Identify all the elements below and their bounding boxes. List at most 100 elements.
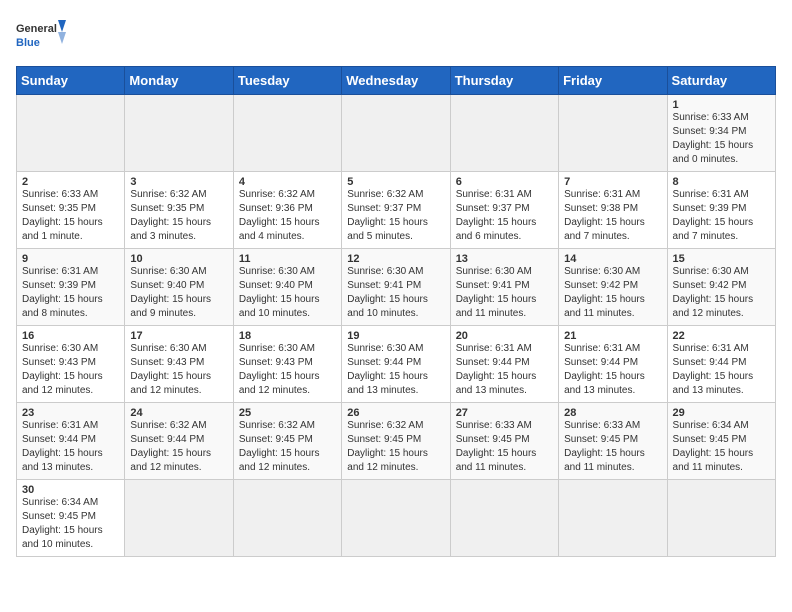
calendar-cell [667, 480, 775, 557]
day-number: 24 [130, 407, 227, 419]
calendar-cell: 24Sunrise: 6:32 AM Sunset: 9:44 PM Dayli… [125, 403, 233, 480]
day-number: 11 [239, 253, 336, 265]
day-info: Sunrise: 6:30 AM Sunset: 9:43 PM Dayligh… [130, 342, 227, 398]
calendar-cell [559, 95, 667, 172]
calendar-cell [233, 480, 341, 557]
day-info: Sunrise: 6:31 AM Sunset: 9:44 PM Dayligh… [673, 342, 770, 398]
day-info: Sunrise: 6:30 AM Sunset: 9:43 PM Dayligh… [239, 342, 336, 398]
calendar-cell: 26Sunrise: 6:32 AM Sunset: 9:45 PM Dayli… [342, 403, 450, 480]
calendar-cell [450, 480, 558, 557]
day-number: 27 [456, 407, 553, 419]
calendar-cell [342, 95, 450, 172]
calendar-cell [125, 95, 233, 172]
calendar-cell: 30Sunrise: 6:34 AM Sunset: 9:45 PM Dayli… [17, 480, 125, 557]
day-info: Sunrise: 6:30 AM Sunset: 9:42 PM Dayligh… [564, 265, 661, 321]
calendar-cell: 21Sunrise: 6:31 AM Sunset: 9:44 PM Dayli… [559, 326, 667, 403]
calendar-table: SundayMondayTuesdayWednesdayThursdayFrid… [16, 66, 776, 557]
day-info: Sunrise: 6:30 AM Sunset: 9:41 PM Dayligh… [347, 265, 444, 321]
day-info: Sunrise: 6:31 AM Sunset: 9:39 PM Dayligh… [22, 265, 119, 321]
day-info: Sunrise: 6:33 AM Sunset: 9:45 PM Dayligh… [456, 419, 553, 475]
day-info: Sunrise: 6:30 AM Sunset: 9:42 PM Dayligh… [673, 265, 770, 321]
day-info: Sunrise: 6:34 AM Sunset: 9:45 PM Dayligh… [673, 419, 770, 475]
day-info: Sunrise: 6:31 AM Sunset: 9:44 PM Dayligh… [456, 342, 553, 398]
weekday-header-sunday: Sunday [17, 67, 125, 95]
week-row-4: 16Sunrise: 6:30 AM Sunset: 9:43 PM Dayli… [17, 326, 776, 403]
day-info: Sunrise: 6:33 AM Sunset: 9:34 PM Dayligh… [673, 111, 770, 167]
weekday-header-row: SundayMondayTuesdayWednesdayThursdayFrid… [17, 67, 776, 95]
day-number: 25 [239, 407, 336, 419]
calendar-cell [559, 480, 667, 557]
calendar-cell: 17Sunrise: 6:30 AM Sunset: 9:43 PM Dayli… [125, 326, 233, 403]
calendar-cell [450, 95, 558, 172]
calendar-cell: 27Sunrise: 6:33 AM Sunset: 9:45 PM Dayli… [450, 403, 558, 480]
calendar-cell: 5Sunrise: 6:32 AM Sunset: 9:37 PM Daylig… [342, 172, 450, 249]
day-number: 13 [456, 253, 553, 265]
calendar-cell: 28Sunrise: 6:33 AM Sunset: 9:45 PM Dayli… [559, 403, 667, 480]
day-info: Sunrise: 6:31 AM Sunset: 9:38 PM Dayligh… [564, 188, 661, 244]
calendar-cell: 14Sunrise: 6:30 AM Sunset: 9:42 PM Dayli… [559, 249, 667, 326]
day-info: Sunrise: 6:32 AM Sunset: 9:35 PM Dayligh… [130, 188, 227, 244]
week-row-1: 1Sunrise: 6:33 AM Sunset: 9:34 PM Daylig… [17, 95, 776, 172]
calendar-cell [233, 95, 341, 172]
day-number: 5 [347, 176, 444, 188]
day-info: Sunrise: 6:33 AM Sunset: 9:45 PM Dayligh… [564, 419, 661, 475]
day-number: 14 [564, 253, 661, 265]
day-info: Sunrise: 6:32 AM Sunset: 9:45 PM Dayligh… [347, 419, 444, 475]
day-number: 28 [564, 407, 661, 419]
calendar-cell: 16Sunrise: 6:30 AM Sunset: 9:43 PM Dayli… [17, 326, 125, 403]
svg-text:Blue: Blue [16, 37, 40, 49]
week-row-6: 30Sunrise: 6:34 AM Sunset: 9:45 PM Dayli… [17, 480, 776, 557]
day-number: 6 [456, 176, 553, 188]
day-number: 18 [239, 330, 336, 342]
calendar-cell: 15Sunrise: 6:30 AM Sunset: 9:42 PM Dayli… [667, 249, 775, 326]
logo: General Blue [16, 16, 66, 56]
day-info: Sunrise: 6:30 AM Sunset: 9:43 PM Dayligh… [22, 342, 119, 398]
day-number: 30 [22, 484, 119, 496]
calendar-cell: 2Sunrise: 6:33 AM Sunset: 9:35 PM Daylig… [17, 172, 125, 249]
day-info: Sunrise: 6:32 AM Sunset: 9:45 PM Dayligh… [239, 419, 336, 475]
day-number: 12 [347, 253, 444, 265]
calendar-cell: 19Sunrise: 6:30 AM Sunset: 9:44 PM Dayli… [342, 326, 450, 403]
day-info: Sunrise: 6:31 AM Sunset: 9:39 PM Dayligh… [673, 188, 770, 244]
weekday-header-friday: Friday [559, 67, 667, 95]
day-number: 1 [673, 99, 770, 111]
week-row-2: 2Sunrise: 6:33 AM Sunset: 9:35 PM Daylig… [17, 172, 776, 249]
day-number: 23 [22, 407, 119, 419]
day-number: 29 [673, 407, 770, 419]
day-info: Sunrise: 6:31 AM Sunset: 9:37 PM Dayligh… [456, 188, 553, 244]
calendar-cell: 8Sunrise: 6:31 AM Sunset: 9:39 PM Daylig… [667, 172, 775, 249]
day-number: 9 [22, 253, 119, 265]
weekday-header-monday: Monday [125, 67, 233, 95]
day-info: Sunrise: 6:32 AM Sunset: 9:44 PM Dayligh… [130, 419, 227, 475]
weekday-header-tuesday: Tuesday [233, 67, 341, 95]
day-info: Sunrise: 6:30 AM Sunset: 9:44 PM Dayligh… [347, 342, 444, 398]
day-number: 21 [564, 330, 661, 342]
calendar-cell: 1Sunrise: 6:33 AM Sunset: 9:34 PM Daylig… [667, 95, 775, 172]
day-number: 2 [22, 176, 119, 188]
calendar-cell: 4Sunrise: 6:32 AM Sunset: 9:36 PM Daylig… [233, 172, 341, 249]
day-number: 4 [239, 176, 336, 188]
calendar-cell: 23Sunrise: 6:31 AM Sunset: 9:44 PM Dayli… [17, 403, 125, 480]
day-number: 16 [22, 330, 119, 342]
week-row-5: 23Sunrise: 6:31 AM Sunset: 9:44 PM Dayli… [17, 403, 776, 480]
logo-svg: General Blue [16, 16, 66, 56]
calendar-cell: 22Sunrise: 6:31 AM Sunset: 9:44 PM Dayli… [667, 326, 775, 403]
day-info: Sunrise: 6:30 AM Sunset: 9:41 PM Dayligh… [456, 265, 553, 321]
calendar-cell: 11Sunrise: 6:30 AM Sunset: 9:40 PM Dayli… [233, 249, 341, 326]
day-info: Sunrise: 6:30 AM Sunset: 9:40 PM Dayligh… [239, 265, 336, 321]
day-number: 3 [130, 176, 227, 188]
calendar-cell: 6Sunrise: 6:31 AM Sunset: 9:37 PM Daylig… [450, 172, 558, 249]
day-info: Sunrise: 6:31 AM Sunset: 9:44 PM Dayligh… [564, 342, 661, 398]
calendar-cell: 9Sunrise: 6:31 AM Sunset: 9:39 PM Daylig… [17, 249, 125, 326]
weekday-header-thursday: Thursday [450, 67, 558, 95]
svg-text:General: General [16, 23, 57, 35]
calendar-cell: 13Sunrise: 6:30 AM Sunset: 9:41 PM Dayli… [450, 249, 558, 326]
day-number: 26 [347, 407, 444, 419]
header: General Blue [16, 16, 776, 56]
day-number: 22 [673, 330, 770, 342]
calendar-cell: 20Sunrise: 6:31 AM Sunset: 9:44 PM Dayli… [450, 326, 558, 403]
calendar-cell: 3Sunrise: 6:32 AM Sunset: 9:35 PM Daylig… [125, 172, 233, 249]
day-number: 15 [673, 253, 770, 265]
calendar-cell [17, 95, 125, 172]
day-number: 17 [130, 330, 227, 342]
